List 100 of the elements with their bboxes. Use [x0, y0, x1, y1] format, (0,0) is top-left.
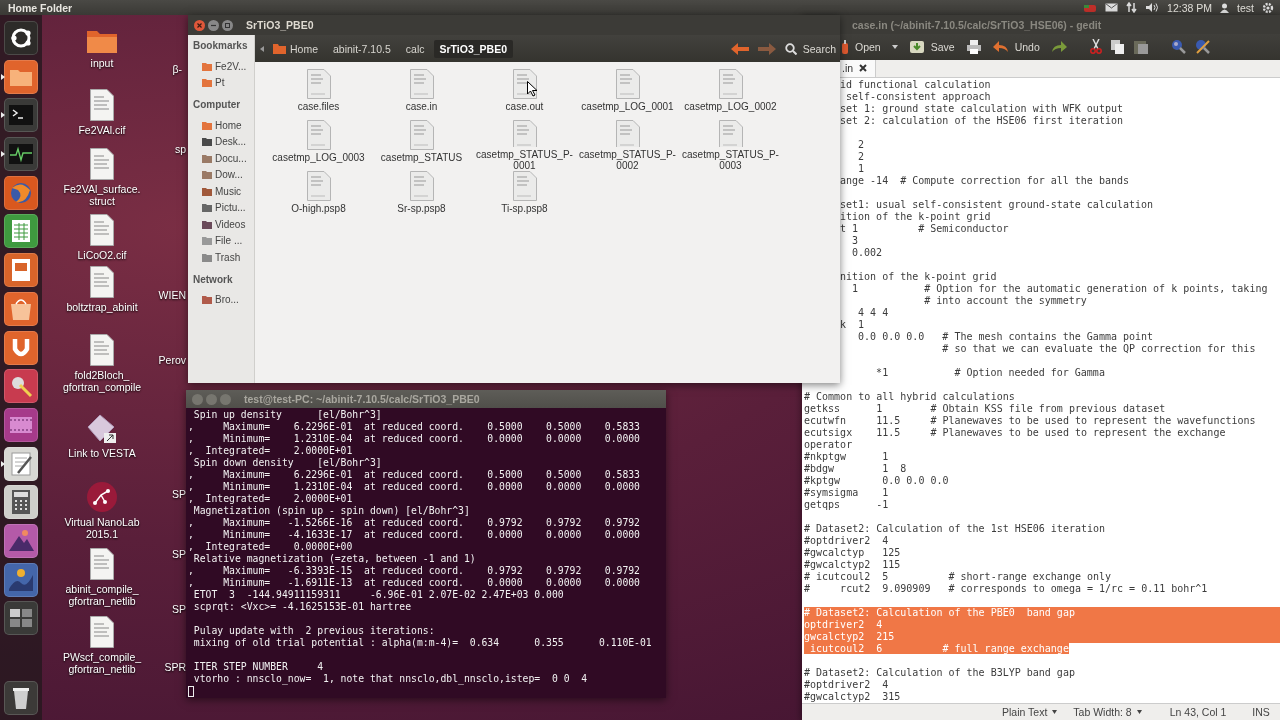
workspaces-icon[interactable] [4, 601, 38, 636]
back-arrow-icon[interactable] [730, 42, 749, 55]
open-button[interactable]: Open [839, 39, 883, 54]
sidebar-item[interactable]: Trash [193, 249, 254, 266]
desktop-icon-label[interactable]: SP [172, 603, 186, 615]
mountain-app-icon[interactable] [4, 523, 38, 558]
file-name[interactable]: casetmp_STATUS_P- 0002 [579, 149, 676, 171]
scissors-icon[interactable] [1089, 39, 1102, 55]
molecule-app-icon[interactable] [86, 481, 118, 513]
indicator-icon[interactable] [1083, 2, 1098, 13]
document-icon[interactable] [90, 334, 114, 366]
file-name[interactable]: casetmp_LOG_0003 [272, 152, 365, 163]
film-icon[interactable] [4, 407, 38, 442]
close-icon[interactable] [859, 64, 868, 73]
text-editor-icon[interactable] [4, 446, 38, 481]
horseshoe-icon[interactable] [4, 330, 38, 365]
desktop-icon-label[interactable]: abinit_compile_ gfortran_netlib [65, 583, 139, 607]
desktop-icon-label[interactable]: Fe2VAl.cif [78, 124, 126, 136]
path-button[interactable]: Home [267, 39, 324, 58]
crystal-link-icon[interactable] [87, 414, 117, 444]
sidebar-item[interactable]: File ... [193, 232, 254, 249]
desktop-icon-label[interactable]: PWscf_compile_ gfortran_netlib [62, 651, 142, 675]
path-button[interactable]: SrTiO3_PBE0 [433, 39, 513, 58]
settings-icon[interactable] [1262, 1, 1274, 14]
globe-icon[interactable] [4, 175, 38, 210]
file-name[interactable]: casetmp_STATUS [380, 152, 463, 163]
redo-icon[interactable] [1050, 40, 1067, 53]
desktop-icon-label[interactable]: β- [172, 63, 182, 75]
file-name[interactable]: case.out [505, 101, 544, 112]
desktop-icon-label[interactable]: Fe2VAl_surface. struct [63, 183, 141, 207]
user-name[interactable]: test [1237, 1, 1254, 14]
document-icon[interactable] [90, 266, 114, 298]
clock[interactable]: 12:38 PM [1167, 1, 1213, 14]
sidebar-item[interactable]: Pt [193, 74, 254, 91]
sidebar-item[interactable]: Dow... [193, 166, 254, 183]
desktop-icon-label[interactable]: Perov [158, 354, 186, 366]
sidebar-item[interactable]: Docu... [193, 150, 254, 167]
scroll-left-icon[interactable] [260, 45, 264, 52]
desktop-icon-label[interactable]: Link to VESTA [68, 447, 136, 459]
file-name[interactable]: casetmp_STATUS_P- 0001 [476, 149, 573, 171]
file-name[interactable]: case.files [297, 101, 340, 112]
search-button[interactable]: Search [778, 42, 840, 55]
caret-icon[interactable] [891, 44, 898, 49]
presentation-icon[interactable] [4, 253, 38, 288]
paste-icon[interactable] [1133, 39, 1148, 55]
desktop-icon-label[interactable]: SP [172, 548, 186, 560]
desktop-icon-label[interactable]: SPR [164, 661, 186, 673]
tab-width-dropdown[interactable]: Tab Width: 8 [1073, 705, 1142, 718]
network-arrows-icon[interactable] [1126, 2, 1138, 13]
document-icon[interactable] [90, 214, 114, 246]
volume-icon[interactable] [1145, 2, 1160, 13]
path-button[interactable]: abinit-7.10.5 [327, 39, 397, 58]
shopping-bag-icon[interactable] [4, 291, 38, 326]
file-name[interactable]: casetmp_STATUS_P- 0003 [682, 149, 779, 171]
search-icon[interactable] [1170, 39, 1186, 55]
folder-icon[interactable] [86, 28, 118, 54]
sidebar-item[interactable]: Desk... [193, 133, 254, 150]
desktop-icon-label[interactable]: WIEN [158, 289, 186, 301]
undo-button[interactable]: Undo [990, 40, 1042, 53]
save-button[interactable]: Save [906, 39, 957, 54]
desktop-icon-label[interactable]: boltztrap_abinit [66, 301, 138, 313]
desktop-icon-label[interactable]: LiCoO2.cif [77, 249, 127, 261]
sidebar-item[interactable]: Music [193, 183, 254, 200]
trash-icon[interactable] [4, 681, 38, 715]
file-name[interactable]: O-high.psp8 [291, 203, 346, 214]
desktop-icon-label[interactable]: Virtual NanoLab 2015.1 [64, 516, 140, 540]
print-icon[interactable] [965, 39, 982, 54]
desktop-icon-label[interactable]: input [90, 57, 114, 69]
sidebar-item[interactable]: Home [193, 117, 254, 134]
sidebar-item[interactable]: Bro... [193, 291, 254, 308]
terminal-icon[interactable] [4, 98, 38, 133]
document-icon[interactable] [90, 616, 114, 648]
copy-icon[interactable] [1110, 39, 1125, 54]
folder-icon[interactable] [4, 59, 38, 94]
spreadsheet-icon[interactable] [4, 214, 38, 249]
path-button[interactable]: calc [399, 39, 431, 58]
wrench-icon[interactable] [4, 369, 38, 404]
file-name[interactable]: case.in [405, 101, 438, 112]
sidebar-item[interactable]: Pictu... [193, 199, 254, 216]
sidebar-item[interactable]: Fe2V... [193, 58, 254, 75]
file-name[interactable]: casetmp_LOG_0001 [581, 101, 674, 112]
sidebar-item[interactable]: Videos [193, 216, 254, 233]
pulse-monitor-icon[interactable] [4, 137, 38, 172]
mail-icon[interactable] [1105, 3, 1119, 12]
minimize-icon[interactable] [208, 19, 219, 31]
circle-logo-icon[interactable] [4, 21, 38, 55]
desktop-icon-label[interactable]: sp [174, 143, 186, 155]
maximize-icon[interactable] [222, 19, 233, 31]
wave-app-icon[interactable] [4, 562, 38, 597]
file-name[interactable]: casetmp_LOG_0002 [684, 101, 777, 112]
desktop-icon-label[interactable]: fold2Bloch_ gfortran_compile [62, 369, 142, 393]
language-dropdown[interactable]: Plain Text [1002, 705, 1058, 718]
file-name[interactable]: Ti-sp.psp8 [501, 203, 548, 214]
user-icon[interactable] [1220, 2, 1230, 13]
document-icon[interactable] [90, 548, 114, 580]
document-icon[interactable] [90, 148, 114, 180]
desktop-icon-label[interactable]: SP [172, 488, 186, 500]
document-icon[interactable] [90, 89, 114, 121]
find-replace-icon[interactable] [1194, 39, 1210, 55]
file-name[interactable]: Sr-sp.psp8 [397, 203, 446, 214]
